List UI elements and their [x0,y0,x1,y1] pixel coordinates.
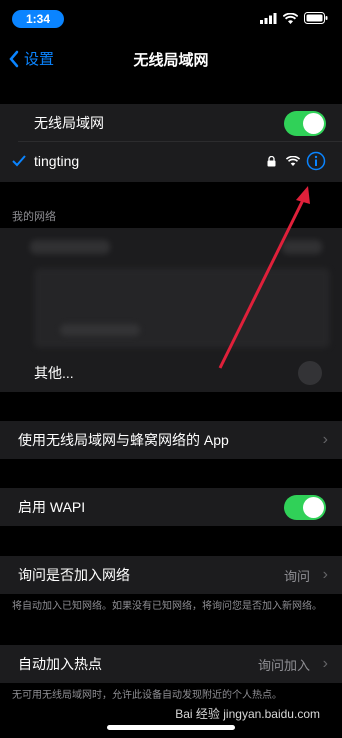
my-networks-header: 我的网络 [12,211,56,223]
blurred-network-name [30,240,110,254]
info-icon[interactable] [306,151,326,171]
navigation-bar: 设置 无线局域网 [0,40,342,76]
ask-join-row[interactable]: 询问是否加入网络 询问 › [0,556,342,594]
wapi-group: 启用 WAPI [0,488,342,526]
wifi-status-icon [283,12,298,24]
wifi-settings-screen: 1:34 设置 无线局域网 无线局域网 tingting 我的网络 其他... … [0,0,342,738]
wapi-label: 启用 WAPI [18,499,86,515]
apps-row[interactable]: 使用无线局域网与蜂窝网络的 App › [0,421,342,459]
wifi-toggle-label: 无线局域网 [34,115,104,131]
wifi-toggle-row: 无线局域网 [0,104,342,142]
watermark: Bai 经验 jingyan.baidu.com [175,707,320,721]
blurred-network-name-2 [60,324,140,336]
chevron-right-icon: › [322,655,328,672]
status-time: 1:34 [12,10,64,28]
home-indicator [107,725,235,730]
hotspot-label: 自动加入热点 [18,656,102,672]
chevron-right-icon: › [322,566,328,583]
apps-label: 使用无线局域网与蜂窝网络的 App [18,432,229,448]
blurred-region [34,268,330,348]
my-networks-group: 其他... [0,228,342,392]
touch-indicator [298,361,322,385]
status-bar: 1:34 [0,0,342,34]
blurred-network-icons [282,240,322,254]
connected-network-row[interactable]: tingting [0,142,342,180]
wapi-row: 启用 WAPI [0,488,342,526]
signal-icon [260,12,277,24]
apps-group: 使用无线局域网与蜂窝网络的 App › [0,421,342,459]
battery-icon [304,12,328,24]
ask-join-value: 询问 [283,568,310,584]
status-icons [260,12,328,24]
other-network-row[interactable]: 其他... [0,354,342,392]
hotspot-group: 自动加入热点 询问加入 › [0,645,342,683]
wifi-strength-icon [286,156,300,166]
ask-join-group: 询问是否加入网络 询问 › [0,556,342,594]
chevron-right-icon: › [322,431,328,448]
hotspot-row[interactable]: 自动加入热点 询问加入 › [0,645,342,683]
other-network-label: 其他... [34,365,74,381]
connected-network-name: tingting [34,153,80,169]
page-title: 无线局域网 [133,52,209,69]
wifi-toggle[interactable] [284,110,326,136]
ask-join-footnote: 将自动加入已知网络。如果没有已知网络，将询问您是否加入新网络。 [12,601,322,612]
checkmark-icon [12,155,26,167]
ask-join-label: 询问是否加入网络 [18,567,130,583]
wifi-group: 无线局域网 tingting [0,104,342,182]
wapi-toggle[interactable] [284,494,326,520]
lock-icon [267,155,276,166]
hotspot-footnote: 无可用无线局域网时，允许此设备自动发现附近的个人热点。 [12,690,282,701]
hotspot-value: 询问加入 [257,657,310,673]
